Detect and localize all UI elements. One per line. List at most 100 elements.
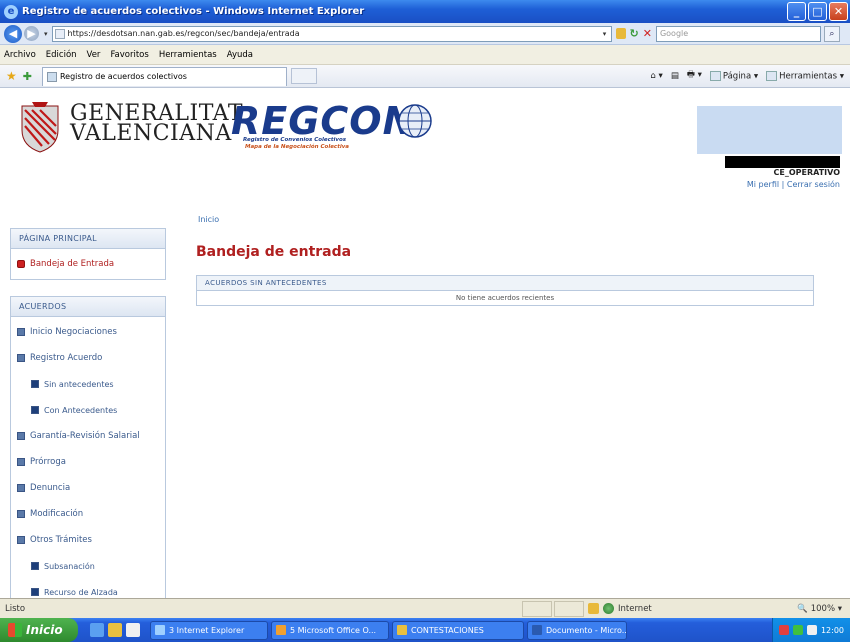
logout-link[interactable]: Cerrar sesión — [787, 180, 840, 189]
taskbar-item-folder[interactable]: CONTESTACIONES — [392, 620, 524, 640]
taskbar-item-ie[interactable]: 3 Internet Explorer — [150, 620, 268, 640]
home-icon[interactable]: ⌂ ▾ — [650, 71, 662, 81]
sidebar-item-bandeja[interactable]: Bandeja de Entrada — [11, 251, 165, 277]
internet-zone-icon — [603, 603, 614, 614]
clock[interactable]: 12:00 — [821, 626, 844, 635]
search-icon[interactable]: ⌕ — [823, 25, 840, 42]
header-logos: GENERALITAT VALENCIANA REGCON Registro d… — [18, 99, 438, 160]
add-favorite-icon[interactable]: ✚ — [23, 70, 32, 83]
window-titlebar[interactable]: e Registro de acuerdos colectivos - Wind… — [0, 0, 850, 23]
feeds-icon[interactable]: ▤ — [671, 71, 679, 81]
breadcrumb[interactable]: Inicio — [198, 215, 219, 224]
menu-favorites[interactable]: Favoritos — [110, 50, 148, 60]
refresh-icon[interactable]: ↻ — [630, 27, 639, 40]
sidebar: PÁGINA PRINCIPAL Bandeja de Entrada ACUE… — [10, 228, 166, 598]
menu-edit[interactable]: Edición — [46, 50, 77, 60]
office-icon — [276, 625, 286, 635]
back-button[interactable]: ◀ — [4, 24, 22, 43]
sidebar-section-title: ACUERDOS — [11, 297, 165, 317]
user-name-redacted — [725, 156, 840, 168]
menu-tools[interactable]: Herramientas — [159, 50, 217, 60]
address-tools: ↻ ✕ — [615, 27, 652, 40]
favorites-star-icon[interactable]: ★ — [6, 69, 17, 83]
status-cell — [522, 600, 552, 617]
bullet-icon — [31, 562, 39, 570]
maximize-button[interactable]: □ — [808, 2, 827, 21]
tray-icon[interactable] — [806, 625, 817, 635]
print-icon[interactable]: 🖶 ▾ — [687, 69, 702, 83]
protected-mode-icon — [588, 603, 599, 614]
sidebar-item[interactable]: Recurso de Alzada — [11, 579, 165, 598]
bullet-icon — [31, 406, 39, 414]
page-title: Bandeja de entrada — [196, 244, 352, 260]
ie-icon — [155, 625, 165, 635]
new-tab-button[interactable] — [290, 68, 317, 84]
address-bar[interactable]: https://desdotsan.nan.gab.es/regcon/sec/… — [51, 25, 612, 42]
header-banner — [697, 106, 842, 154]
quick-launch — [90, 623, 140, 637]
sidebar-item[interactable]: Otros Trámites — [11, 527, 165, 553]
lock-icon[interactable] — [615, 28, 626, 39]
address-dropdown-icon[interactable]: ▾ — [599, 30, 611, 38]
sidebar-item[interactable]: Modificación — [11, 501, 165, 527]
bullet-icon — [17, 458, 25, 466]
regcon-subtitle-2: Mapa de la Negociación Colectiva — [245, 144, 350, 150]
stop-icon[interactable]: ✕ — [643, 27, 652, 40]
user-links: Mi perfil | Cerrar sesión — [747, 180, 840, 189]
link-separator: | — [781, 180, 785, 189]
address-url[interactable]: https://desdotsan.nan.gab.es/regcon/sec/… — [68, 29, 599, 38]
sidebar-item[interactable]: Sin antecedentes — [11, 371, 165, 397]
sidebar-item-label: Recurso de Alzada — [44, 587, 118, 597]
history-dropdown-icon[interactable]: ▾ — [44, 30, 48, 38]
sidebar-item[interactable]: Prórroga — [11, 449, 165, 475]
sidebar-section-title: PÁGINA PRINCIPAL — [11, 229, 165, 249]
menu-bar: Archivo Edición Ver Favoritos Herramient… — [0, 45, 850, 65]
tray-icon[interactable] — [792, 625, 803, 635]
close-button[interactable]: ✕ — [829, 2, 848, 21]
taskbar-item-office[interactable]: 5 Microsoft Office O... — [271, 620, 389, 640]
tools-menu[interactable]: Herramientas ▾ — [766, 70, 844, 81]
sidebar-section-main: PÁGINA PRINCIPAL Bandeja de Entrada — [10, 228, 166, 280]
sidebar-item[interactable]: Denuncia — [11, 475, 165, 501]
window-controls: _ □ ✕ — [787, 2, 848, 21]
bullet-icon — [17, 432, 25, 440]
taskbar: Inicio 3 Internet Explorer 5 Microsoft O… — [0, 618, 850, 642]
tools-menu-icon — [766, 70, 778, 81]
regcon-logo[interactable]: REGCON Registro de Convenios Colectivos … — [231, 99, 446, 155]
bullet-icon — [31, 588, 39, 596]
minimize-button[interactable]: _ — [787, 2, 806, 21]
sidebar-item[interactable]: Inicio Negociaciones — [11, 319, 165, 345]
sidebar-item[interactable]: Garantía-Revisión Salarial — [11, 423, 165, 449]
tray-icon[interactable] — [778, 625, 789, 635]
page-menu[interactable]: Página ▾ — [709, 70, 758, 81]
security-zone[interactable]: Internet — [584, 603, 704, 614]
sidebar-item[interactable]: Subsanación — [11, 553, 165, 579]
sidebar-item[interactable]: Registro Acuerdo — [11, 345, 165, 371]
quicklaunch-folder-icon[interactable] — [108, 623, 122, 637]
bullet-icon — [17, 484, 25, 492]
sidebar-item[interactable]: Con Antecedentes — [11, 397, 165, 423]
zoom-level[interactable]: 🔍 100% ▾ — [797, 604, 850, 614]
sidebar-item-label: Otros Trámites — [30, 535, 92, 545]
taskbar-item-word[interactable]: Documento - Micro... — [527, 620, 627, 640]
menu-help[interactable]: Ayuda — [227, 50, 253, 60]
tab-label: Registro de acuerdos colectivos — [59, 72, 187, 81]
windows-flag-icon — [8, 623, 22, 637]
zoom-icon: 🔍 — [797, 603, 809, 614]
quicklaunch-ie-icon[interactable] — [90, 623, 104, 637]
status-text: Listo — [5, 603, 26, 614]
menu-file[interactable]: Archivo — [4, 50, 36, 60]
tabs-bar: ★ ✚ Registro de acuerdos colectivos ⌂ ▾ … — [0, 65, 850, 88]
quicklaunch-desktop-icon[interactable] — [126, 623, 140, 637]
menu-view[interactable]: Ver — [87, 50, 101, 60]
sidebar-item-label: Con Antecedentes — [44, 405, 118, 415]
window-title: Registro de acuerdos colectivos - Window… — [22, 6, 365, 17]
search-input[interactable]: Google — [655, 25, 821, 42]
tab-active[interactable]: Registro de acuerdos colectivos — [41, 66, 287, 86]
start-button[interactable]: Inicio — [0, 618, 78, 642]
forward-button[interactable]: ▶ — [24, 26, 39, 41]
sidebar-item-label: Prórroga — [30, 457, 66, 467]
bullet-icon — [17, 354, 25, 362]
sidebar-item-label: Modificación — [30, 509, 84, 519]
profile-link[interactable]: Mi perfil — [747, 180, 779, 189]
